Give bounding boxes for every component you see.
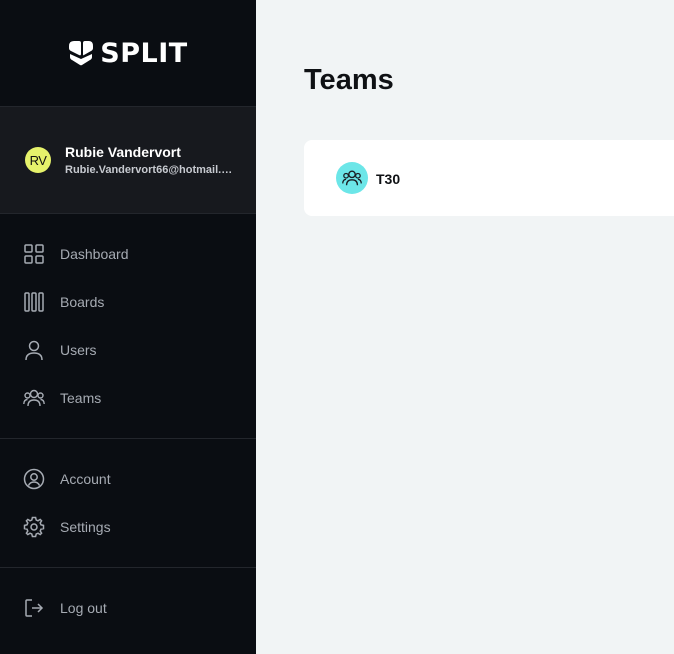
logout-label: Log out	[60, 600, 107, 616]
nav-label-teams: Teams	[60, 390, 102, 406]
sidebar: SPLIT RV Rubie Vandervort Rubie.Vandervo…	[0, 0, 256, 654]
page-title: Teams	[304, 64, 394, 96]
nav-item-dashboard[interactable]: Dashboard	[0, 234, 256, 274]
nav-label-settings: Settings	[60, 519, 111, 535]
user-name: Rubie Vandervort	[65, 144, 181, 160]
team-card[interactable]: T30	[304, 140, 674, 216]
gear-icon	[23, 516, 45, 538]
dashboard-grid-icon	[24, 244, 44, 264]
nav-item-account[interactable]: Account	[0, 459, 256, 499]
nav-divider	[0, 438, 256, 439]
nav-item-teams[interactable]: Teams	[0, 378, 256, 418]
account-circle-icon	[23, 468, 45, 490]
nav-divider	[0, 567, 256, 568]
user-email: Rubie.Vandervort66@hotmail.com	[65, 164, 233, 176]
nav-item-boards[interactable]: Boards	[0, 282, 256, 322]
brand-name: SPLIT	[100, 37, 188, 69]
nav-item-users[interactable]: Users	[0, 330, 256, 370]
teams-icon	[342, 170, 362, 186]
nav-label-dashboard: Dashboard	[60, 246, 129, 262]
nav-label-account: Account	[60, 471, 111, 487]
brand-logo[interactable]: SPLIT	[0, 0, 256, 106]
logout-button[interactable]: Log out	[0, 588, 256, 628]
teams-icon	[23, 389, 45, 407]
user-avatar: RV	[25, 147, 51, 173]
split-logo-icon	[69, 41, 94, 66]
user-icon	[25, 340, 43, 361]
boards-columns-icon	[24, 292, 44, 312]
nav-label-users: Users	[60, 342, 97, 358]
team-avatar	[336, 162, 368, 194]
nav-item-settings[interactable]: Settings	[0, 507, 256, 547]
team-name: T30	[376, 171, 401, 187]
logout-icon	[25, 599, 44, 617]
nav-label-boards: Boards	[60, 294, 105, 310]
